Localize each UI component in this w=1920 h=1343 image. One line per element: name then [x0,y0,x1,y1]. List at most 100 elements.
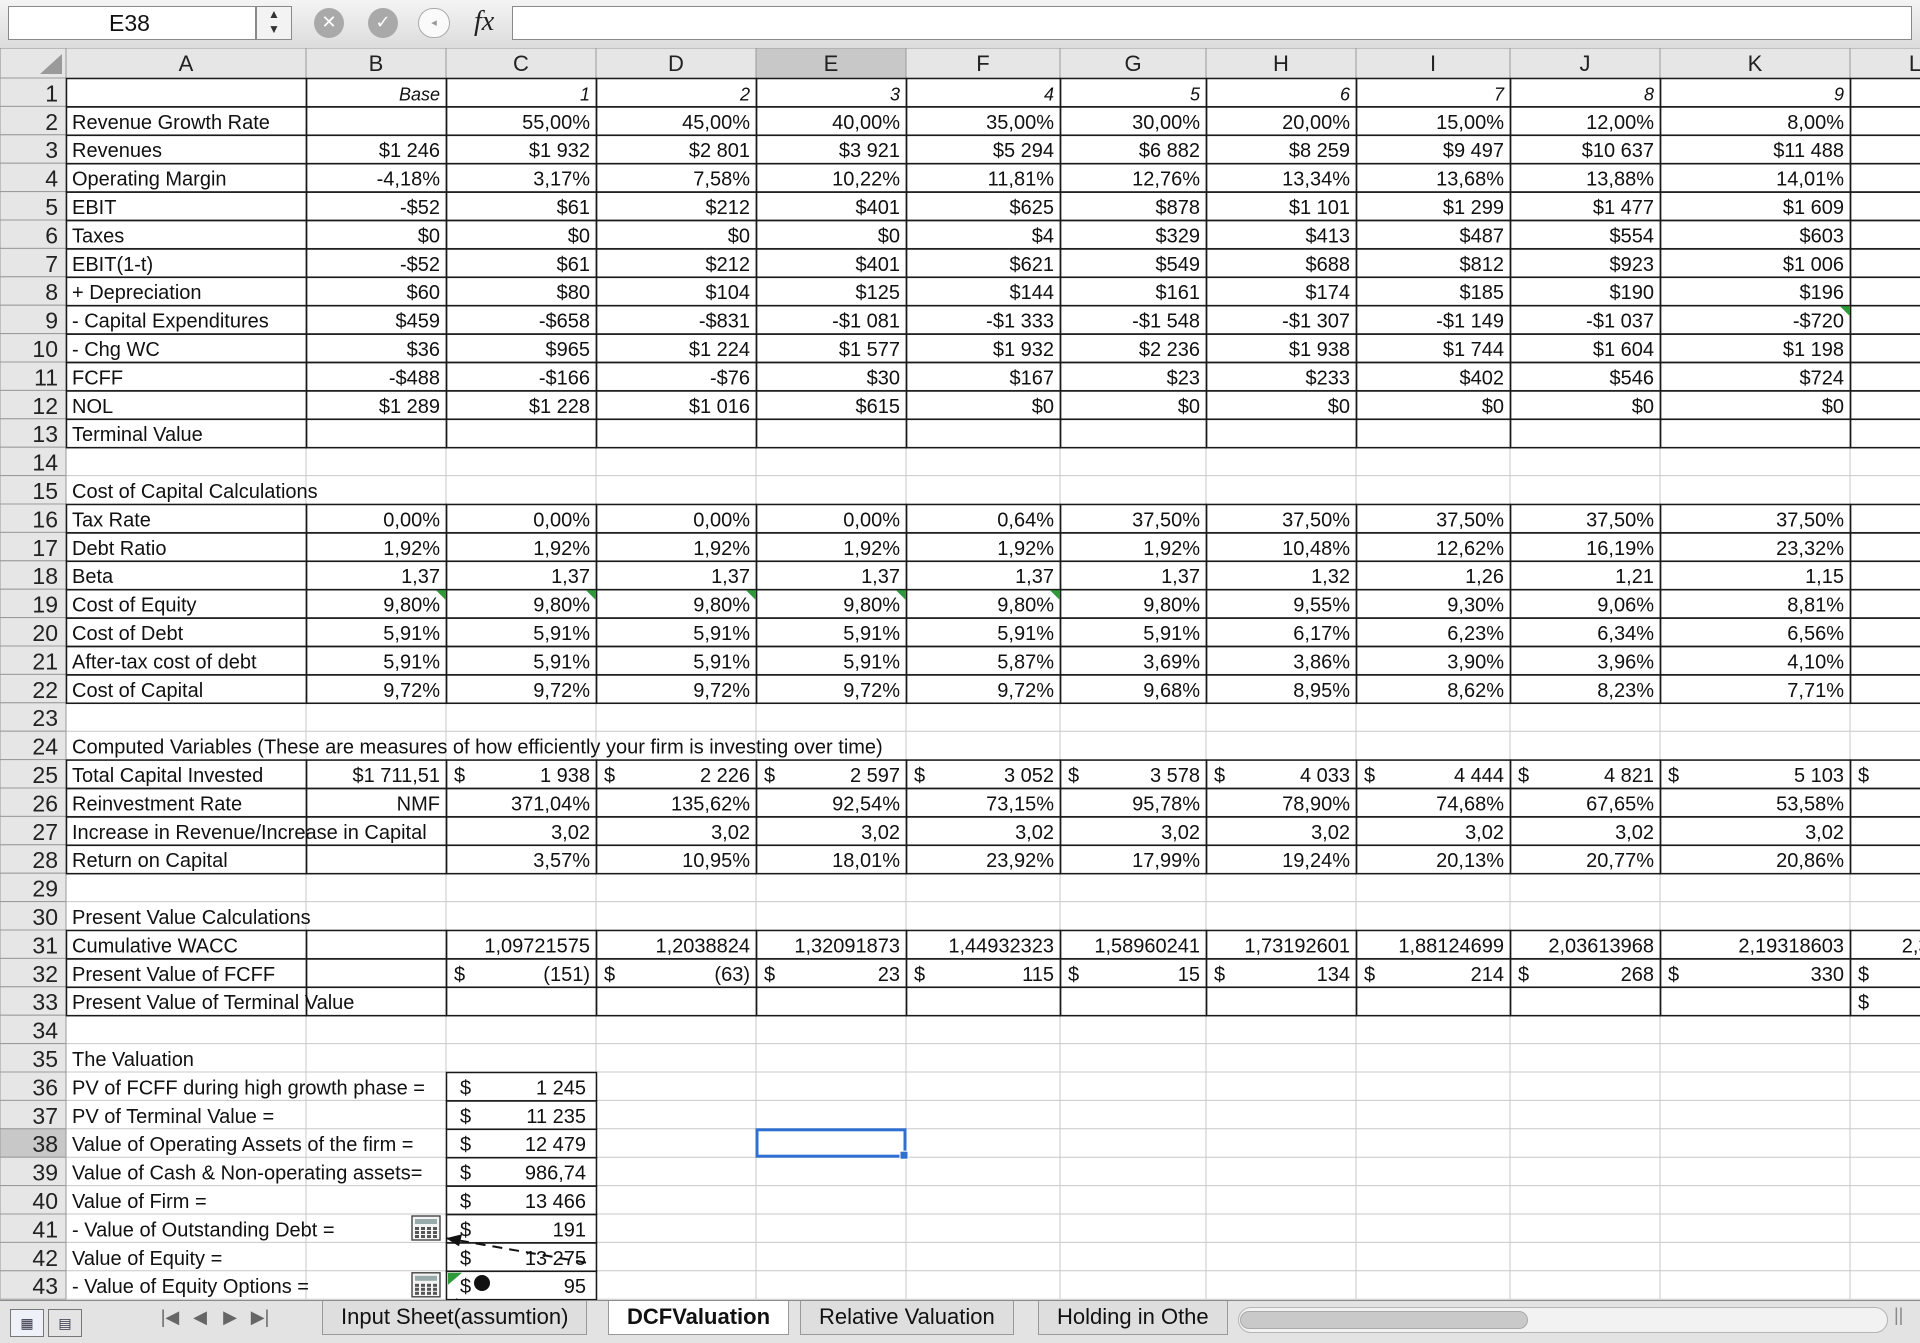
cell-K1: 9 [1834,84,1844,104]
next-sheet-icon[interactable]: ▶ [220,1307,240,1328]
cell-border [1851,277,1920,305]
cell-border [1061,79,1207,107]
cell-B18: 1,37 [401,566,440,588]
cell-J3: $10 637 [1582,140,1654,162]
cell-border [1851,334,1920,362]
function-dropdown[interactable]: ◂ [418,8,450,38]
cell-A27: Increase in Revenue/Increase in Capital [72,822,427,844]
cell-H5: $1 101 [1289,197,1350,219]
cell-A11: FCFF [72,367,123,389]
cell-F21: 5,87% [997,651,1054,673]
cell-I11: $402 [1460,367,1505,389]
cell-K25: 5 103 [1794,765,1844,787]
cell-K18: 1,15 [1805,566,1844,588]
cell-D19: 9,80% [693,595,750,617]
cell-border [1357,987,1511,1015]
grid-canvas[interactable]: ABCDEFGHIJKL1234567891011121314151617181… [0,48,1920,1300]
cell-B21: 5,91% [383,651,440,673]
first-sheet-icon[interactable]: |◀ [160,1307,180,1328]
cell-H1: 6 [1340,84,1351,104]
cell-D20: 5,91% [693,623,750,645]
cell-border [1511,419,1661,447]
last-sheet-icon[interactable]: ▶| [250,1307,270,1328]
cell-A21: After-tax cost of debt [72,651,257,673]
cell-border [1661,987,1851,1015]
cell-F26: 73,15% [986,793,1054,815]
row-header-label: 26 [32,790,58,816]
cell-I3: $9 497 [1443,140,1504,162]
cell-F1: 4 [1044,84,1054,104]
row-header-label: 19 [32,592,58,618]
cell-A30: Present Value Calculations [72,907,311,929]
tab-holding-in-other[interactable]: Holding in Othe [1038,1301,1228,1335]
cell-A37: PV of Terminal Value = [72,1106,274,1128]
currency-symbol: $ [1364,964,1375,986]
cell-B22: 9,72% [383,680,440,702]
cell-A2: Revenue Growth Rate [72,112,270,134]
column-header-label: J [1580,51,1591,76]
cell-K21: 4,10% [1787,651,1844,673]
cell-J27: 3,02 [1615,822,1654,844]
confirm-icon[interactable]: ✓ [368,8,398,38]
currency-symbol: $ [1214,964,1225,986]
cell-D21: 5,91% [693,651,750,673]
cell-B5: -$52 [400,197,440,219]
tab-input-sheet[interactable]: Input Sheet(assumtion) [322,1301,587,1335]
cell-K17: 23,32% [1776,538,1844,560]
cell-border [1851,505,1920,533]
page-layout-view-icon[interactable]: ▤ [48,1309,82,1337]
formula-input[interactable] [512,6,1912,40]
row-header-label: 25 [32,762,58,788]
cell-D9: -$831 [699,311,750,333]
cell-K31: 2,19318603 [1738,935,1844,957]
cell-D32: (63) [714,964,750,986]
calculator-icon[interactable] [412,1216,440,1240]
cell-C25: 1 938 [540,765,590,787]
cell-K26: 53,58% [1776,793,1844,815]
cell-J4: 13,88% [1586,169,1654,191]
fx-icon[interactable]: fx [474,6,494,38]
cell-A20: Cost of Debt [72,623,184,645]
cell-F11: $167 [1010,367,1055,389]
cell-D10: $1 224 [689,339,750,361]
cell-border [1511,79,1661,107]
updown-arrows-icon[interactable]: ▲▼ [256,6,292,40]
normal-view-icon[interactable]: ▦ [10,1309,44,1337]
cell-J6: $554 [1610,225,1655,247]
cell-E25: 2 597 [850,765,900,787]
cell-G21: 3,69% [1143,651,1200,673]
cell-H12: $0 [1328,396,1350,418]
fill-handle[interactable] [900,1151,908,1159]
tab-relative-valuation[interactable]: Relative Valuation [800,1301,1014,1335]
horizontal-scrollbar-thumb[interactable] [1240,1311,1528,1329]
cell-A10: - Chg WC [72,339,160,361]
active-cell-E38[interactable] [757,1130,905,1156]
cell-G16: 37,50% [1132,509,1200,531]
cell-border [1851,647,1920,675]
cell-A16: Tax Rate [72,509,151,531]
cell-C17: 1,92% [533,538,590,560]
name-box[interactable]: E38 [8,6,256,40]
cell-D12: $1 016 [689,396,750,418]
cell-D18: 1,37 [711,566,750,588]
cell-G17: 1,92% [1143,538,1200,560]
cell-G5: $878 [1156,197,1201,219]
cell-H22: 8,95% [1293,680,1350,702]
cell-G8: $161 [1156,282,1201,304]
cancel-icon[interactable]: ✕ [314,8,344,38]
row-header-label: 24 [32,734,58,760]
tab-dcf-valuation[interactable]: DCFValuation [608,1301,789,1335]
column-header-label: D [668,51,684,76]
cell-border [67,79,307,107]
cell-C31: 1,09721575 [484,935,590,957]
prev-sheet-icon[interactable]: ◀ [190,1307,210,1328]
calculator-icon[interactable] [412,1273,440,1297]
split-handle-icon[interactable]: || [1894,1305,1912,1335]
row-header-label: 9 [45,308,58,334]
cell-B16: 0,00% [383,509,440,531]
cell-K12: $0 [1822,396,1844,418]
cell-K7: $1 006 [1783,254,1844,276]
cell-K11: $724 [1800,367,1845,389]
cell-K3: $11 488 [1773,140,1844,162]
cell-H20: 6,17% [1293,623,1350,645]
